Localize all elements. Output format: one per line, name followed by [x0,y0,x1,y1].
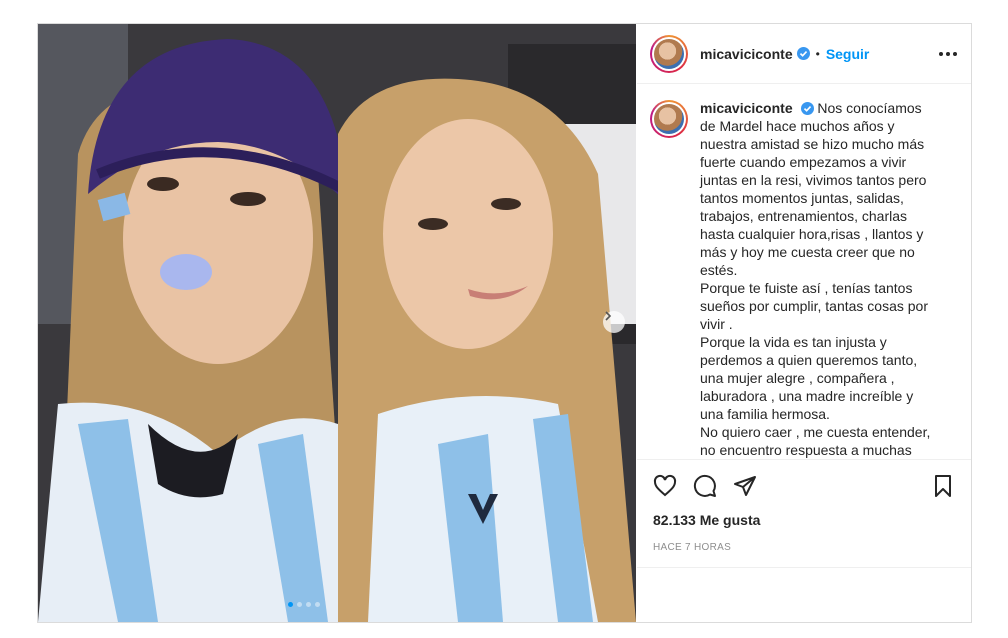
bookmark-icon[interactable] [931,474,955,498]
avatar-image [654,104,684,134]
post-sidebar: micaviciconte • Seguir micaviciconte Nos… [637,24,971,622]
avatar-image [654,38,684,69]
follow-button[interactable]: Seguir [826,46,870,62]
actions-section: 82.133 Me gusta HACE 7 HORAS [637,459,971,622]
verified-badge-icon [800,102,814,115]
caption-avatar[interactable] [650,100,688,138]
like-count[interactable]: 82.133 Me gusta [637,498,971,528]
caption-username[interactable]: micaviciconte [700,100,793,116]
heart-icon[interactable] [653,474,677,498]
send-icon[interactable] [733,474,757,498]
carousel-dot-active [288,602,293,607]
post-photo[interactable] [38,24,636,622]
chevron-right-icon [605,311,612,321]
post-timestamp[interactable]: HACE 7 HORAS [637,528,971,553]
caption-text: Nos conocíamos de Mardel hace muchos año… [700,100,931,458]
carousel-indicator [288,602,320,607]
avatar[interactable] [650,34,688,73]
comment-box[interactable] [637,567,971,622]
verified-badge-icon [796,47,810,60]
caption-section: micaviciconte Nos conocíamos de Mardel h… [637,85,971,459]
post-header: micaviciconte • Seguir [637,24,971,84]
photo-illustration [38,24,636,622]
more-options-icon[interactable] [939,51,957,56]
header-username[interactable]: micaviciconte [700,46,793,62]
header-separator: • [815,46,820,61]
caption: micaviciconte Nos conocíamos de Mardel h… [700,99,936,459]
carousel-dot [297,602,302,607]
comment-icon[interactable] [693,474,717,498]
carousel-dot [315,602,320,607]
next-photo-button[interactable] [603,311,625,333]
carousel-dot [306,602,311,607]
instagram-post: micaviciconte • Seguir micaviciconte Nos… [37,23,972,623]
action-bar [637,460,971,498]
